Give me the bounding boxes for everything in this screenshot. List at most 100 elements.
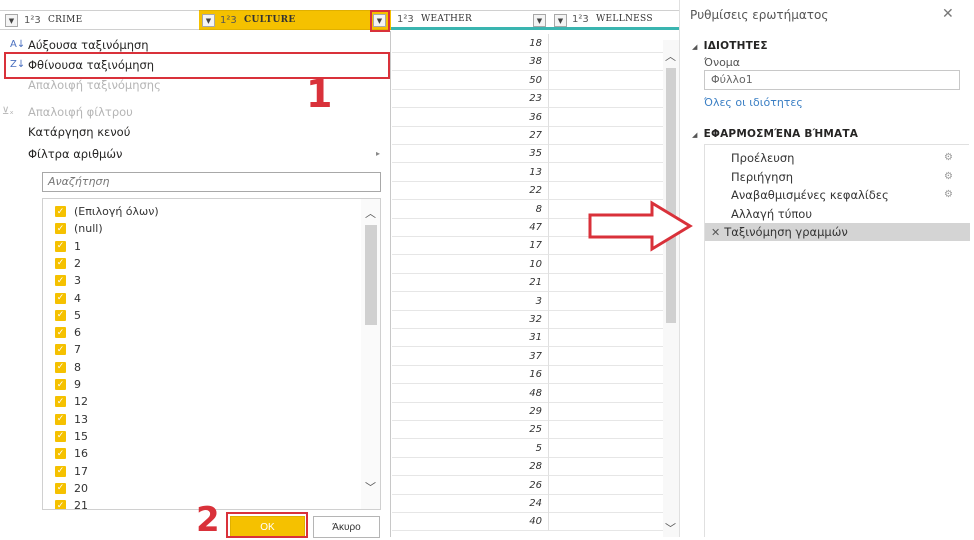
cancel-button[interactable]: Άκυρο xyxy=(313,516,380,538)
weather-cell[interactable]: 16 xyxy=(392,365,548,385)
list-item[interactable]: ✓ 15 xyxy=(55,428,88,445)
applied-step[interactable]: Αλλαγή τύπου xyxy=(711,205,961,223)
weather-cell[interactable]: 21 xyxy=(392,273,548,293)
weather-cell[interactable]: 28 xyxy=(392,457,548,477)
checkbox-checked-icon[interactable]: ✓ xyxy=(55,361,66,373)
gear-icon[interactable]: ⚙ xyxy=(944,186,953,204)
applied-step[interactable]: Προέλευση ⚙ xyxy=(711,149,961,167)
weather-column-header[interactable]: 1²3 WEATHER ▼ xyxy=(391,10,548,30)
weather-cell[interactable]: 3 xyxy=(392,292,548,311)
wellness-cell[interactable] xyxy=(548,402,678,421)
wellness-cell[interactable] xyxy=(548,494,678,513)
checkbox-checked-icon[interactable]: ✓ xyxy=(55,448,66,460)
culture-column-header[interactable]: ▼ 1²3 CULTURE ▼ xyxy=(199,10,391,30)
applied-step[interactable]: Περιήγηση ⚙ xyxy=(711,168,961,186)
list-item[interactable]: ✓ 13 xyxy=(55,411,88,428)
wellness-cell[interactable] xyxy=(548,181,678,201)
culture-dropdown-button-left[interactable]: ▼ xyxy=(202,14,215,27)
weather-cell[interactable]: 35 xyxy=(392,144,548,164)
wellness-cell[interactable] xyxy=(548,144,678,164)
delete-step-icon[interactable]: ✕ xyxy=(711,226,720,239)
wellness-cell[interactable] xyxy=(548,310,678,329)
weather-dropdown-button[interactable]: ▼ xyxy=(533,14,546,27)
weather-cell[interactable]: 27 xyxy=(392,126,548,145)
scroll-down-icon[interactable]: ﹀ xyxy=(365,479,376,495)
weather-cell[interactable]: 38 xyxy=(392,52,548,72)
weather-cell[interactable]: 22 xyxy=(392,181,548,201)
weather-cell[interactable]: 24 xyxy=(392,494,548,513)
wellness-cell[interactable] xyxy=(548,126,678,145)
wellness-cell[interactable] xyxy=(548,162,678,182)
wellness-cell[interactable] xyxy=(548,438,678,458)
checkbox-checked-icon[interactable]: ✓ xyxy=(55,465,66,477)
applied-steps-header[interactable]: ◢ ΕΦΑΡΜΟΣΜΈΝΑ ΒΉΜΑΤΑ xyxy=(692,128,858,140)
wellness-cell[interactable] xyxy=(548,89,678,109)
weather-cell[interactable]: 17 xyxy=(392,236,548,256)
gear-icon[interactable]: ⚙ xyxy=(944,168,953,186)
list-item[interactable]: ✓ 4 xyxy=(55,290,81,307)
list-item[interactable]: ✓ 7 xyxy=(55,341,81,358)
weather-cell[interactable]: 13 xyxy=(392,163,548,182)
scroll-thumb[interactable] xyxy=(365,225,377,325)
grid-scroll-down-icon[interactable]: ﹀ xyxy=(665,520,676,536)
checkbox-checked-icon[interactable]: ✓ xyxy=(55,430,66,442)
wellness-cell[interactable] xyxy=(548,420,678,440)
crime-dropdown-button[interactable]: ▼ xyxy=(5,14,18,27)
close-icon[interactable]: ✕ xyxy=(942,6,954,22)
wellness-cell[interactable] xyxy=(548,273,678,293)
weather-cell[interactable]: 29 xyxy=(392,402,548,421)
list-item[interactable]: ✓ (Επιλογή όλων) xyxy=(55,203,159,220)
checkbox-checked-icon[interactable]: ✓ xyxy=(55,206,66,217)
weather-cell[interactable]: 23 xyxy=(392,89,548,109)
all-properties-link[interactable]: Όλες οι ιδιότητες xyxy=(704,96,803,109)
checkbox-checked-icon[interactable]: ✓ xyxy=(55,257,66,269)
wellness-cell[interactable] xyxy=(548,512,678,532)
properties-header[interactable]: ◢ ΙΔΙΟΤΗΤΕΣ xyxy=(692,40,768,52)
wellness-cell[interactable] xyxy=(548,457,678,477)
wellness-dropdown-button[interactable]: ▼ xyxy=(554,14,567,27)
wellness-cell[interactable] xyxy=(548,254,678,274)
wellness-cell[interactable] xyxy=(548,365,678,385)
weather-cell[interactable]: 8 xyxy=(392,200,548,219)
checkbox-checked-icon[interactable]: ✓ xyxy=(55,275,66,287)
remove-empty-item[interactable]: Κατάργηση κενού xyxy=(10,122,130,142)
weather-cell[interactable]: 32 xyxy=(392,310,548,329)
weather-cell[interactable]: 50 xyxy=(392,71,548,90)
list-item[interactable]: ✓ 17 xyxy=(55,463,88,480)
checkbox-checked-icon[interactable]: ✓ xyxy=(55,344,66,356)
weather-cell[interactable]: 18 xyxy=(392,34,548,53)
wellness-cell[interactable] xyxy=(548,291,678,311)
scroll-up-icon[interactable]: ︿ xyxy=(365,205,376,221)
weather-cell[interactable]: 31 xyxy=(392,328,548,348)
checkbox-checked-icon[interactable]: ✓ xyxy=(55,223,66,235)
weather-cell[interactable]: 25 xyxy=(392,420,548,440)
checkbox-checked-icon[interactable]: ✓ xyxy=(55,396,66,408)
wellness-cell[interactable] xyxy=(548,383,678,403)
checkbox-checked-icon[interactable]: ✓ xyxy=(55,309,66,321)
wellness-cell[interactable] xyxy=(548,70,678,90)
list-item[interactable]: ✓ 6 xyxy=(55,324,81,341)
weather-cell[interactable]: 10 xyxy=(392,255,548,274)
weather-cell[interactable]: 5 xyxy=(392,439,548,458)
grid-scroll-thumb[interactable] xyxy=(666,68,676,323)
checkbox-checked-icon[interactable]: ✓ xyxy=(55,240,66,252)
checkbox-checked-icon[interactable]: ✓ xyxy=(55,482,66,494)
wellness-cell[interactable] xyxy=(548,328,678,348)
list-item[interactable]: ✓ 20 xyxy=(55,480,88,497)
list-item[interactable]: ✓ (null) xyxy=(55,220,103,237)
wellness-cell[interactable] xyxy=(548,475,678,495)
search-input[interactable]: Αναζήτηση xyxy=(42,172,381,192)
list-item[interactable]: ✓ 9 xyxy=(55,376,81,393)
list-item[interactable]: ✓ 12 xyxy=(55,393,88,410)
grid-scrollbar[interactable]: ︿ ﹀ xyxy=(663,40,679,537)
wellness-cell[interactable] xyxy=(548,107,678,127)
wellness-cell[interactable] xyxy=(548,346,678,366)
grid-scroll-up-icon[interactable]: ︿ xyxy=(665,48,676,64)
applied-step[interactable]: ✕ Ταξινόμηση γραμμών xyxy=(705,223,970,241)
weather-cell[interactable]: 37 xyxy=(392,347,548,366)
checkbox-checked-icon[interactable]: ✓ xyxy=(55,379,66,390)
weather-cell[interactable]: 36 xyxy=(392,108,548,127)
list-item[interactable]: ✓ 1 xyxy=(55,238,81,255)
list-item[interactable]: ✓ 8 xyxy=(55,359,81,376)
gear-icon[interactable]: ⚙ xyxy=(944,149,953,167)
